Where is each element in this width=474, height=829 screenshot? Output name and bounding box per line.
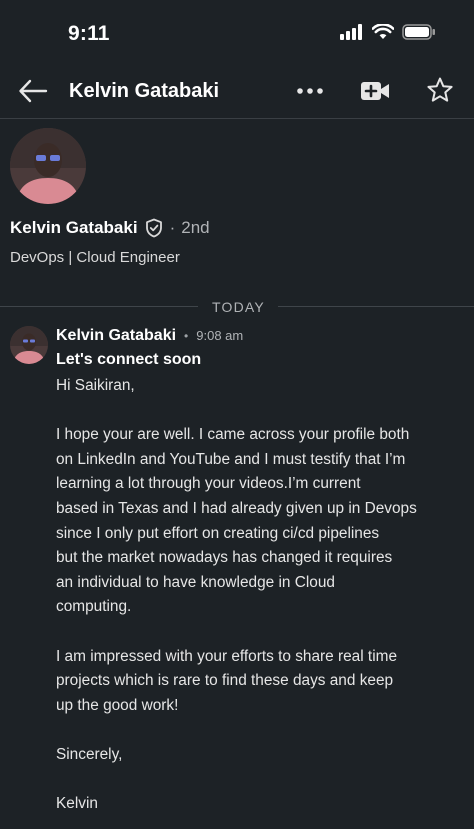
message-line: I am impressed with your efforts to shar…	[56, 647, 398, 665]
profile-name-row: Kelvin Gatabaki · 2nd	[10, 218, 210, 238]
message-body: Hi Saikiran, I hope your are well. I cam…	[56, 374, 456, 817]
message-line: Hi Saikiran,	[56, 377, 135, 394]
profile-headline: DevOps | Cloud Engineer	[10, 249, 180, 266]
message-subject: Let's connect soon	[56, 351, 202, 368]
message-line: on LinkedIn and YouTube and I must testi…	[56, 450, 406, 468]
separator-dot: •	[184, 329, 189, 343]
signal-icon	[340, 24, 362, 40]
message-line: computing.	[56, 598, 132, 616]
date-divider: TODAY	[0, 298, 474, 316]
connection-degree: 2nd	[181, 218, 210, 237]
message-line	[56, 768, 456, 793]
message-line: projects which is rare to find these day…	[56, 672, 394, 690]
message-line: but the market nowadays has changed it r…	[56, 549, 393, 567]
message-sender[interactable]: Kelvin Gatabaki	[56, 327, 176, 345]
message-line	[56, 399, 456, 424]
star-icon[interactable]	[426, 76, 454, 104]
message-line: learning a lot through your videos.I’m c…	[56, 475, 361, 493]
wifi-icon	[372, 24, 394, 39]
back-arrow-icon[interactable]	[18, 78, 48, 104]
verified-shield-icon	[145, 218, 162, 238]
message-avatar[interactable]	[10, 326, 48, 364]
battery-icon	[402, 24, 435, 40]
more-options-icon[interactable]	[296, 82, 326, 100]
message-line	[56, 620, 456, 645]
status-bar: 9:11	[0, 0, 474, 70]
divider-line-left	[0, 306, 198, 307]
status-icons	[340, 24, 436, 40]
message-line: Kelvin	[56, 795, 98, 813]
message-sender-row: Kelvin Gatabaki • 9:08 am	[56, 327, 243, 345]
message-line: since I only put effort on creating ci/c…	[56, 524, 380, 542]
conversation-header: Kelvin Gatabaki	[0, 68, 474, 119]
message-time: 9:08 am	[196, 328, 244, 343]
message-line: up the good work!	[56, 696, 179, 714]
message-line: based in Texas and I had already given u…	[56, 499, 417, 517]
message-line	[56, 718, 456, 743]
divider-line-right	[278, 306, 474, 307]
profile-name[interactable]: Kelvin Gatabaki	[10, 218, 138, 238]
date-divider-label: TODAY	[212, 299, 265, 315]
profile-avatar[interactable]	[10, 128, 86, 204]
conversation-title[interactable]: Kelvin Gatabaki	[69, 80, 219, 103]
message-line: Sincerely,	[56, 745, 123, 763]
status-time: 9:11	[68, 22, 110, 45]
message-line: an individual to have knowledge in Cloud	[56, 573, 335, 591]
separator-dot: ·	[169, 218, 176, 237]
video-call-icon[interactable]	[360, 78, 390, 104]
message-line: I hope your are well. I came across your…	[56, 426, 410, 444]
